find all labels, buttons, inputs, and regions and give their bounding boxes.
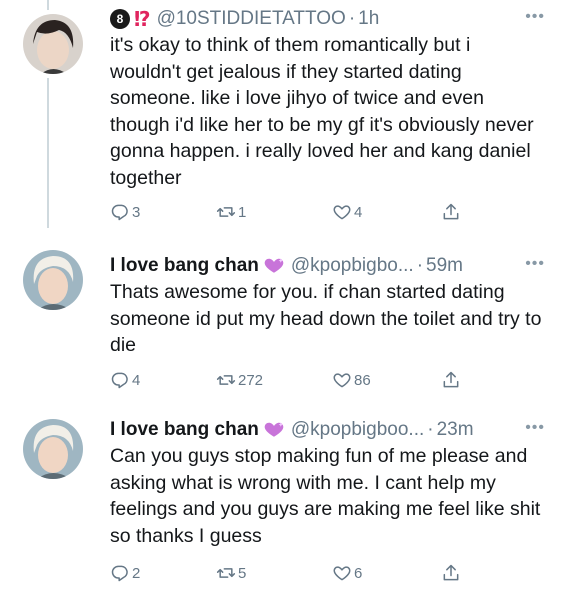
tweet-header: 8 ⁉ @10STIDDIETATTOO · 1h	[110, 6, 545, 32]
tweet-text: it's okay to think of them romantically …	[110, 34, 534, 189]
retweet-icon	[216, 375, 236, 385]
share-icon	[443, 203, 459, 220]
timestamp[interactable]: 23m	[437, 419, 474, 441]
like-button[interactable]: 6	[332, 563, 362, 583]
tweet-actions: 2 5 6	[110, 562, 460, 584]
reply-count: 3	[132, 203, 141, 221]
separator-dot: ·	[348, 8, 356, 29]
like-count: 86	[354, 371, 371, 389]
user-handle[interactable]: @kpopbigboo...	[291, 419, 424, 441]
retweet-count: 272	[238, 371, 264, 389]
reply-icon	[111, 204, 128, 221]
display-name[interactable]: I love bang chan	[110, 255, 259, 277]
tweet-actions: 3 1 4	[110, 201, 460, 223]
more-horizontal-icon[interactable]: •••	[525, 255, 545, 273]
like-button[interactable]: 4	[332, 202, 362, 222]
reply-count: 2	[132, 564, 141, 582]
display-name[interactable]: I love bang chan	[110, 419, 259, 441]
avatar[interactable]	[23, 419, 83, 479]
like-button[interactable]: 86	[332, 370, 371, 390]
share-button[interactable]	[441, 370, 461, 390]
separator-dot: ·	[416, 255, 424, 276]
share-icon	[443, 371, 459, 388]
reply-button[interactable]: 4	[110, 370, 140, 390]
like-count: 6	[354, 564, 363, 582]
share-icon	[443, 564, 459, 581]
sparkling-heart-icon	[264, 422, 284, 437]
more-horizontal-icon[interactable]: •••	[525, 419, 545, 437]
separator-dot: ·	[427, 419, 434, 440]
tweet-text: Can you guys stop making fun of me pleas…	[110, 445, 541, 547]
avatar-image	[23, 250, 83, 310]
interrobang-icon: ⁉	[134, 8, 151, 31]
avatar-image	[23, 14, 83, 74]
heart-icon	[333, 373, 351, 388]
retweet-button[interactable]: 5	[216, 563, 246, 583]
retweet-count: 1	[238, 203, 247, 221]
retweet-count: 5	[238, 564, 247, 582]
user-handle[interactable]: @kpopbigbo...	[291, 255, 414, 277]
retweet-button[interactable]: 272	[216, 370, 263, 390]
timestamp[interactable]: 59m	[426, 255, 463, 277]
tweet-actions: 4 272 86	[110, 369, 460, 391]
timeline: 8 ⁉ @10STIDDIETATTOO · 1h ••• it's okay …	[0, 0, 567, 601]
reply-count: 4	[132, 371, 141, 389]
sparkling-heart-icon	[264, 258, 284, 273]
timestamp[interactable]: 1h	[358, 8, 379, 30]
retweet-icon	[216, 568, 236, 578]
tweet[interactable]: I love bang chan @kpopbigbo... · 59m •••…	[0, 235, 567, 405]
retweet-icon	[216, 207, 236, 217]
tweet[interactable]: 8 ⁉ @10STIDDIETATTOO · 1h ••• it's okay …	[0, 0, 567, 235]
heart-icon	[333, 205, 351, 220]
user-handle[interactable]: @10STIDDIETATTOO	[157, 8, 346, 30]
pool-8-ball-icon: 8	[110, 9, 130, 29]
avatar[interactable]	[23, 14, 83, 74]
share-button[interactable]	[441, 202, 461, 222]
share-button[interactable]	[441, 563, 461, 583]
like-count: 4	[354, 203, 363, 221]
more-horizontal-icon[interactable]: •••	[525, 8, 545, 26]
avatar-image	[23, 419, 83, 479]
tweet-text: Thats awesome for you. if chan started d…	[110, 281, 542, 356]
heart-icon	[333, 566, 351, 581]
tweet-header: I love bang chan @kpopbigbo... · 59m	[110, 253, 545, 279]
avatar[interactable]	[23, 250, 83, 310]
reply-icon	[111, 565, 128, 582]
tweet-header: I love bang chan @kpopbigboo... · 23m	[110, 417, 545, 443]
tweet[interactable]: I love bang chan @kpopbigboo... · 23m ••…	[0, 405, 567, 601]
reply-button[interactable]: 2	[110, 563, 140, 583]
reply-button[interactable]: 3	[110, 202, 140, 222]
reply-icon	[111, 372, 128, 389]
retweet-button[interactable]: 1	[216, 202, 246, 222]
